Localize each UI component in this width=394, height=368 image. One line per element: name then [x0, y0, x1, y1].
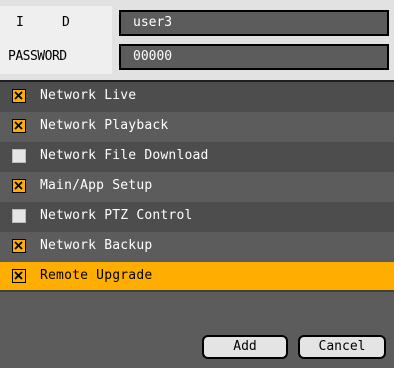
checked-checkbox-icon[interactable] — [12, 239, 26, 253]
password-field[interactable]: 00000 — [119, 44, 389, 70]
id-row: I D user3 — [0, 6, 394, 40]
cancel-button[interactable]: Cancel — [298, 335, 386, 359]
permission-row[interactable]: Network Live — [0, 82, 394, 112]
permission-row[interactable]: Network PTZ Control — [0, 202, 394, 232]
id-label: I D — [0, 6, 112, 40]
checked-checkbox-icon[interactable] — [12, 89, 26, 103]
add-button[interactable]: Add — [202, 335, 288, 359]
permission-label: Network PTZ Control — [40, 208, 193, 223]
permission-row[interactable]: Main/App Setup — [0, 172, 394, 202]
checked-checkbox-icon[interactable] — [12, 179, 26, 193]
checked-checkbox-icon[interactable] — [12, 269, 26, 283]
permission-label: Main/App Setup — [40, 178, 153, 193]
password-label: PASSWORD — [0, 40, 112, 74]
permission-label: Remote Upgrade — [40, 268, 153, 283]
id-field[interactable]: user3 — [119, 10, 389, 36]
permission-label: Network Backup — [40, 238, 153, 253]
password-row: PASSWORD 00000 — [0, 40, 394, 74]
permission-row[interactable]: Network File Download — [0, 142, 394, 172]
checked-checkbox-icon[interactable] — [12, 119, 26, 133]
permission-row[interactable]: Network Playback — [0, 112, 394, 142]
unchecked-checkbox-icon[interactable] — [12, 149, 26, 163]
permission-label: Network Playback — [40, 118, 169, 133]
permission-row[interactable]: Network Backup — [0, 232, 394, 262]
user-permission-dialog: I D user3 PASSWORD 00000 Network Live Net… — [0, 0, 394, 368]
permission-label: Network Live — [40, 88, 137, 103]
permission-row[interactable]: Remote Upgrade — [0, 262, 394, 292]
unchecked-checkbox-icon[interactable] — [12, 209, 26, 223]
permission-label: Network File Download — [40, 148, 209, 163]
